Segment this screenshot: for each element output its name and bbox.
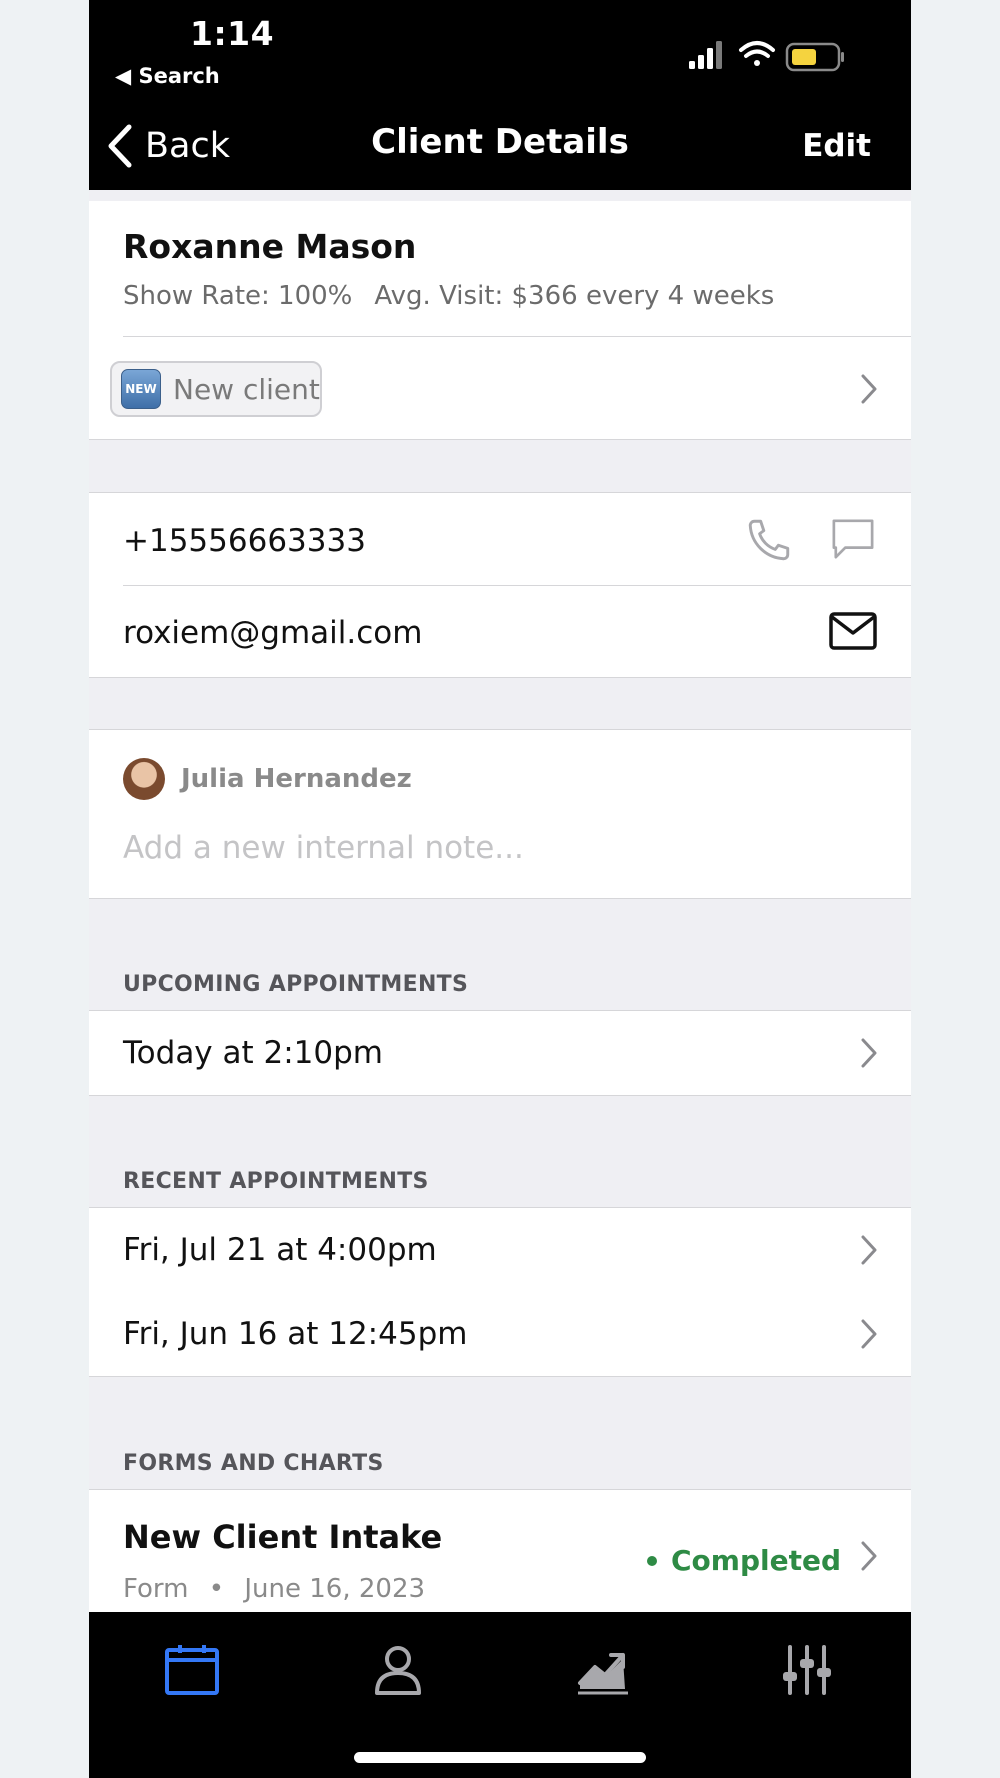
divider	[123, 336, 911, 337]
client-summary-card: Roxanne Mason Show Rate: 100% Avg. Visit:…	[89, 201, 911, 440]
tab-reports[interactable]	[573, 1640, 633, 1700]
home-indicator	[354, 1752, 646, 1763]
wifi-icon	[739, 41, 775, 66]
phone-number[interactable]: +15556663333	[123, 523, 366, 559]
internal-note-card: Julia Hernandez Add a new internal note.…	[89, 729, 911, 899]
divider	[123, 585, 911, 586]
appointment-label: Today at 2:10pm	[123, 1035, 384, 1071]
phone-screen: 1:14 ◀ Search Back Client Details Edit R…	[89, 0, 911, 1778]
edit-button[interactable]: Edit	[802, 128, 871, 164]
chart-icon	[578, 1653, 628, 1695]
tab-calendar[interactable]	[162, 1640, 222, 1700]
upcoming-header: UPCOMING APPOINTMENTS	[123, 972, 469, 997]
form-date: June 16, 2023	[244, 1574, 426, 1604]
show-rate: Show Rate: 100%	[123, 281, 353, 311]
email-address[interactable]: roxiem@gmail.com	[123, 615, 422, 651]
person-icon	[375, 1646, 421, 1695]
status-dot-icon	[646, 1555, 657, 1566]
contact-card: +15556663333 roxiem@gmail.com	[89, 492, 911, 678]
tag-label: New client	[173, 372, 320, 406]
battery-icon	[785, 42, 844, 72]
list-item[interactable]: Fri, Jun 16 at 12:45pm	[89, 1292, 911, 1377]
list-item[interactable]: Fri, Jul 21 at 4:00pm	[89, 1207, 911, 1293]
appointment-label: Fri, Jul 21 at 4:00pm	[123, 1232, 437, 1268]
client-tag-chip[interactable]: NEW New client	[110, 361, 322, 417]
recent-header: RECENT APPOINTMENTS	[123, 1169, 429, 1194]
page-title: Client Details	[371, 122, 629, 162]
form-type: Form	[123, 1574, 189, 1604]
tab-bar	[89, 1612, 911, 1778]
status-icons	[689, 41, 844, 72]
status-badge: Completed	[646, 1544, 841, 1577]
chevron-right-icon	[861, 1319, 877, 1349]
separator-dot: •	[208, 1574, 225, 1604]
chevron-right-icon[interactable]	[859, 373, 879, 405]
status-time: 1:14	[190, 14, 275, 53]
client-stats: Show Rate: 100% Avg. Visit: $366 every 4 …	[123, 281, 774, 311]
cellular-signal-icon	[689, 41, 722, 69]
form-title: New Client Intake	[123, 1518, 443, 1556]
chevron-right-icon	[861, 1038, 877, 1068]
avg-visit: Avg. Visit: $366 every 4 weeks	[374, 281, 775, 311]
form-meta: Form • June 16, 2023	[123, 1574, 425, 1604]
top-bar: 1:14 ◀ Search Back Client Details Edit	[89, 0, 911, 190]
calendar-icon	[165, 1645, 219, 1695]
new-badge-icon: NEW	[121, 369, 161, 409]
chevron-right-icon	[861, 1541, 877, 1571]
chevron-right-icon	[861, 1235, 877, 1265]
forms-header: FORMS AND CHARTS	[123, 1451, 384, 1476]
appointment-label: Fri, Jun 16 at 12:45pm	[123, 1316, 468, 1352]
phone-icon[interactable]	[744, 515, 794, 565]
internal-note-input[interactable]: Add a new internal note...	[123, 830, 524, 866]
form-list-item[interactable]: New Client Intake Form • June 16, 2023 C…	[89, 1489, 911, 1630]
list-item[interactable]: Today at 2:10pm	[89, 1010, 911, 1096]
client-name: Roxanne Mason	[123, 227, 417, 266]
message-icon[interactable]	[830, 517, 876, 561]
mail-icon[interactable]	[829, 612, 877, 650]
tab-settings[interactable]	[777, 1640, 837, 1700]
note-author: Julia Hernandez	[181, 764, 412, 794]
avatar	[123, 758, 165, 800]
tab-clients[interactable]	[368, 1640, 428, 1700]
sliders-icon	[783, 1645, 831, 1695]
back-to-search-link[interactable]: ◀ Search	[115, 64, 220, 88]
status-label: Completed	[670, 1544, 841, 1577]
